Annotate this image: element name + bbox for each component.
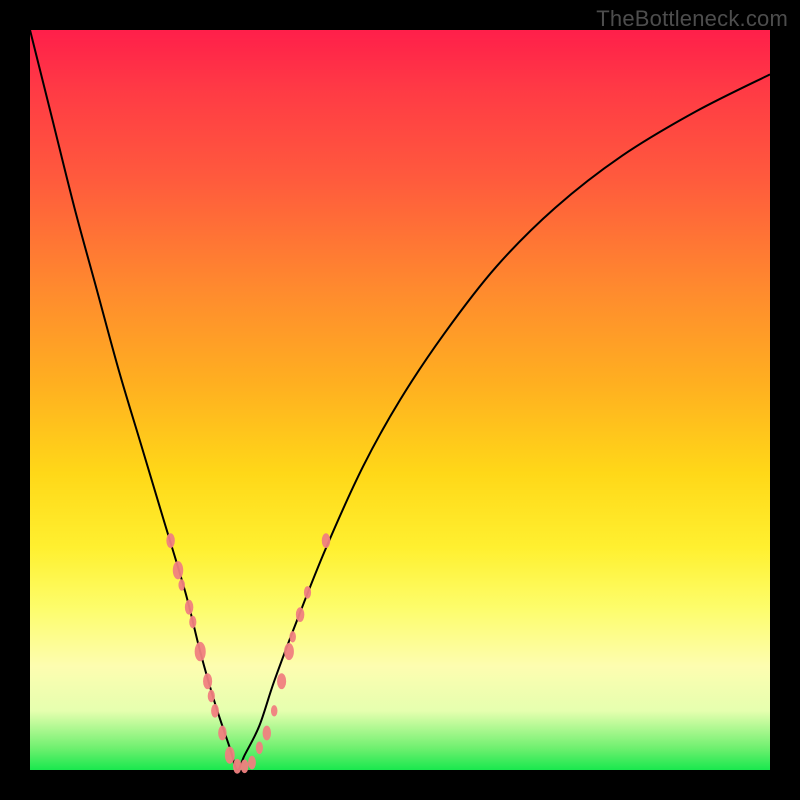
- sample-marker: [225, 747, 235, 764]
- sample-marker: [195, 642, 206, 661]
- sample-marker: [218, 726, 226, 741]
- watermark-text: TheBottleneck.com: [596, 6, 788, 32]
- sample-marker: [263, 726, 271, 741]
- sample-marker: [271, 705, 278, 716]
- sample-marker: [211, 704, 219, 718]
- sample-marker: [189, 616, 196, 629]
- sample-marker: [248, 756, 256, 770]
- sample-marker: [166, 533, 174, 548]
- sample-marker: [203, 673, 212, 689]
- chart-plot-area: [30, 30, 770, 770]
- bottleneck-curve: [30, 30, 770, 770]
- sample-marker: [277, 673, 286, 689]
- marker-layer: [166, 533, 330, 774]
- sample-marker: [178, 579, 185, 590]
- sample-marker: [322, 533, 330, 548]
- sample-marker: [296, 607, 304, 622]
- sample-marker: [233, 759, 241, 774]
- sample-marker: [173, 561, 183, 579]
- sample-marker: [185, 600, 193, 615]
- sample-marker: [304, 586, 311, 599]
- curve-layer: [30, 30, 770, 770]
- sample-marker: [241, 759, 249, 773]
- sample-marker: [284, 643, 294, 660]
- sample-marker: [256, 742, 263, 755]
- sample-marker: [289, 631, 296, 642]
- chart-frame: TheBottleneck.com: [0, 0, 800, 800]
- sample-marker: [208, 690, 215, 703]
- chart-svg: [30, 30, 770, 770]
